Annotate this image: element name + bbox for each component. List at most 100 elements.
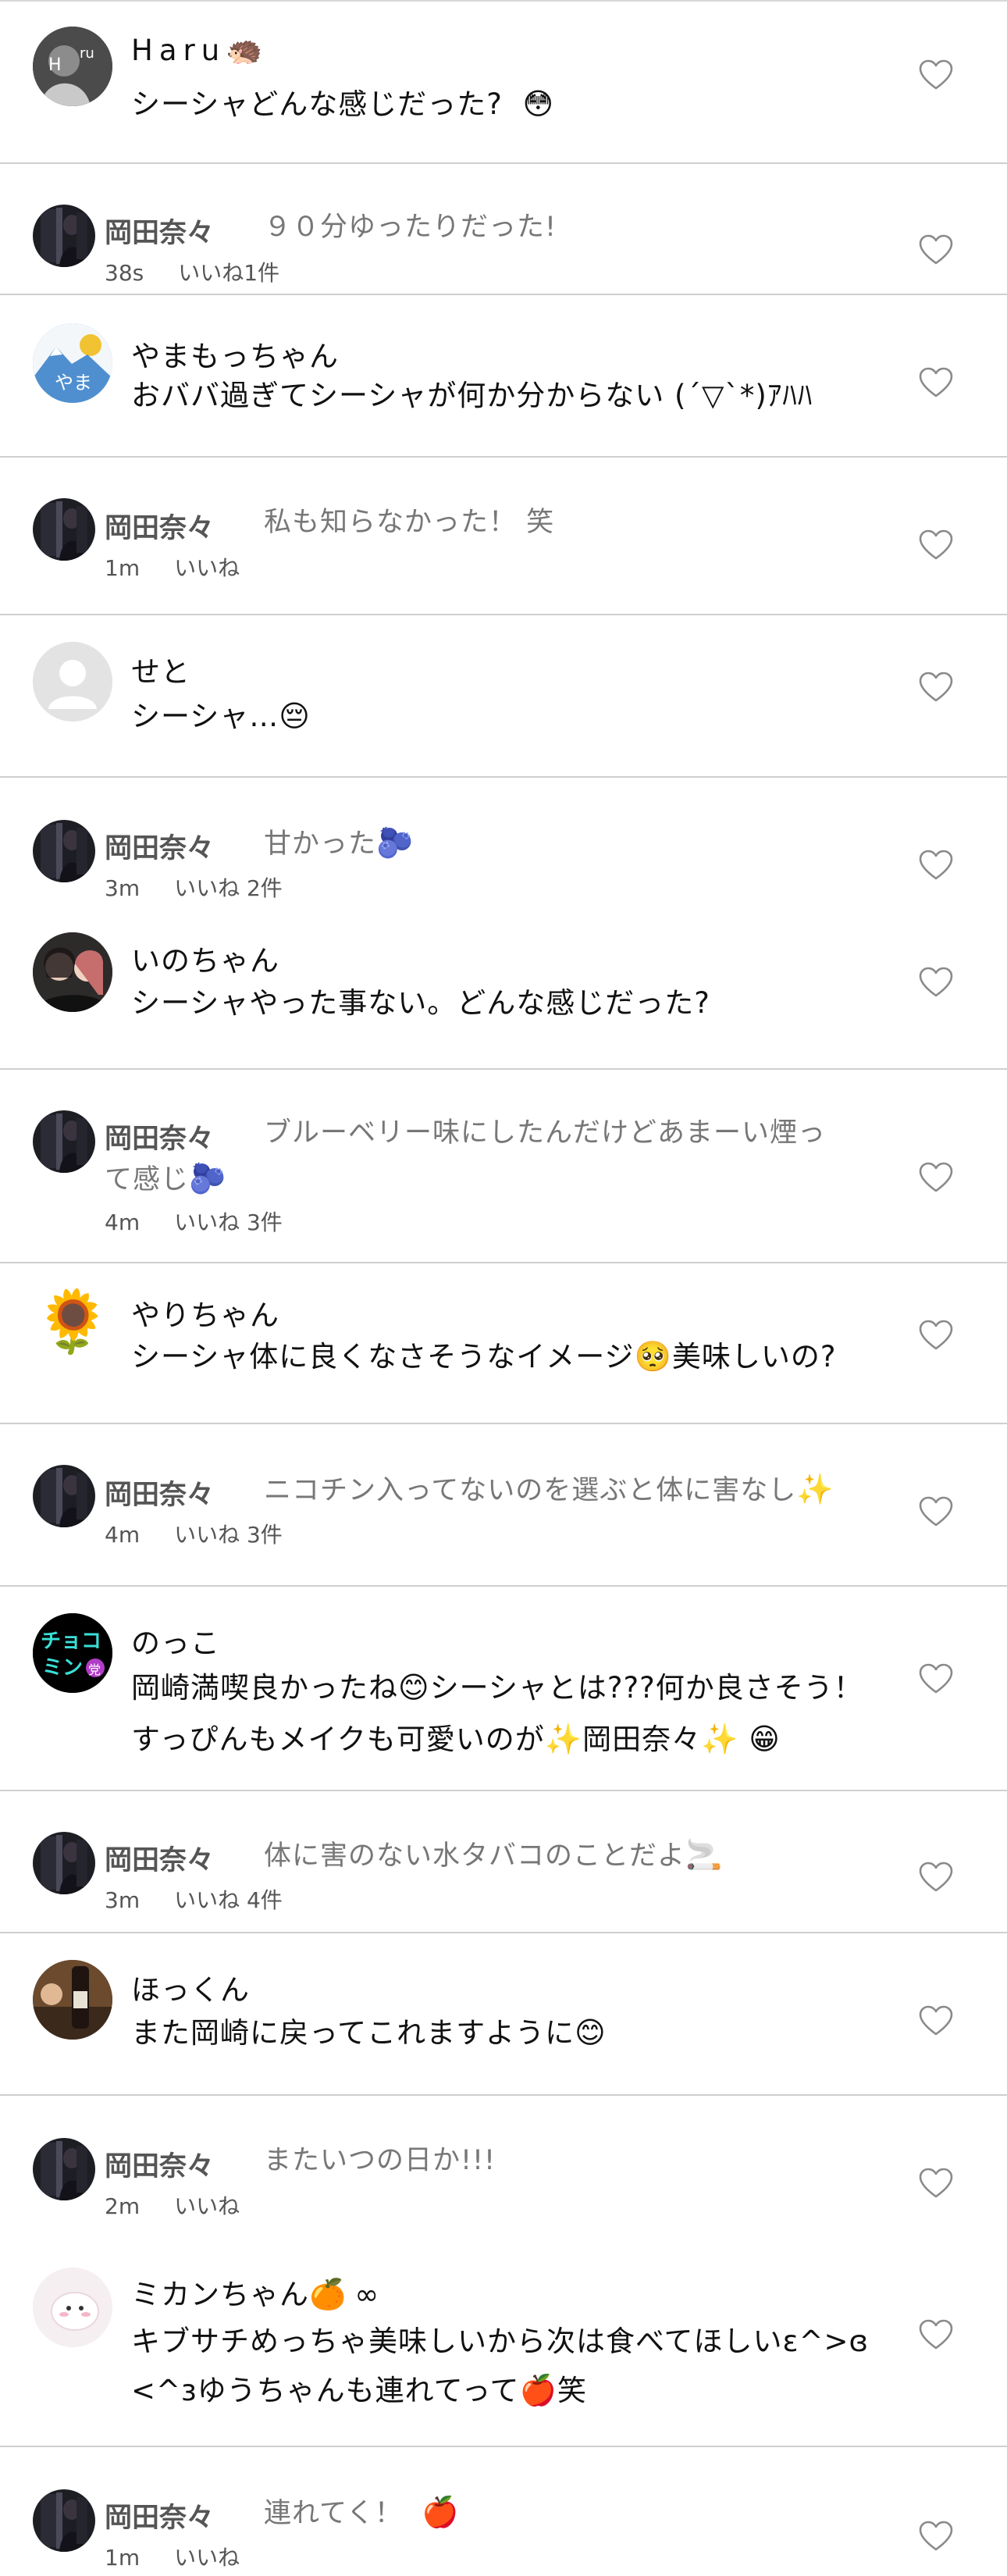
reply-item: 岡田奈々 ブルーベリー味にしたんだけどあまーい煙っ て感じ🫐 4m いいね 3件 — [0, 1070, 1007, 1262]
sparkles-icon: ✨ — [701, 1722, 739, 1756]
reply-text: ９０分ゆったりだった! — [264, 212, 557, 243]
reply-author: 岡田奈々 — [105, 1845, 215, 1876]
avatar[interactable]: やま — [33, 323, 112, 403]
like-button[interactable] — [919, 967, 953, 998]
comment-text: <^зゆうちゃんも連れてって — [131, 2374, 520, 2407]
like-button[interactable] — [919, 1320, 953, 1351]
avatar[interactable] — [33, 2489, 95, 2552]
avatar[interactable]: Hru — [33, 27, 112, 106]
reply-item: 岡田奈々 ９０分ゆったりだった! 38s いいね1件 — [0, 164, 1007, 294]
reply-text: またいつの日か!!! — [264, 2145, 496, 2176]
comment-text-tail: 美味しいの? — [671, 1340, 837, 1374]
pleading-face-icon: 🥺 — [634, 1339, 672, 1374]
like-button[interactable] — [919, 1162, 953, 1193]
comment-text: 岡田奈々 — [582, 1723, 702, 1756]
blueberries-icon: 🫐 — [189, 1161, 227, 1195]
grinning-face-icon: 😁 — [749, 1722, 781, 1756]
comment-item: 🌻 やりちゃん シーシャ体に良くなさそうなイメージ🥺美味しいの? — [0, 1263, 1007, 1423]
like-button[interactable] — [919, 234, 953, 265]
like-button[interactable] — [919, 2319, 953, 2350]
comment-author: Haru — [131, 34, 226, 67]
reply-text: 連れてく！ — [264, 2498, 403, 2529]
apple-icon: 🍎 — [422, 2495, 460, 2529]
likes-count[interactable]: いいね — [174, 2193, 240, 2219]
timestamp: 1m — [105, 2545, 141, 2571]
comment-text: シーシャ… — [131, 700, 279, 733]
avatar[interactable] — [33, 820, 95, 882]
avatar[interactable] — [33, 1832, 95, 1894]
avatar-text: ミン — [42, 1656, 83, 1680]
cigarette-icon: 🚬 — [685, 1837, 724, 1872]
comment-text: 岡崎満喫良かったね — [131, 1671, 398, 1705]
avatar[interactable] — [33, 1960, 112, 2040]
reply-text: 体に害のない水タバコのことだよ — [264, 1840, 686, 1872]
like-button[interactable] — [919, 1663, 953, 1694]
like-button[interactable] — [919, 2005, 953, 2036]
comment-text: また岡崎に戻ってこれますように — [131, 2016, 575, 2050]
avatar-text: チョコ — [41, 1630, 101, 1653]
likes-count[interactable]: いいね — [174, 555, 240, 581]
reply-author: 岡田奈々 — [105, 833, 215, 864]
tangerine-icon: 🍊 — [309, 2277, 347, 2311]
reply-text-line1: ブルーベリー味にしたんだけどあまーい煙っ — [264, 1117, 827, 1149]
timestamp: 2m — [105, 2193, 141, 2219]
avatar[interactable] — [33, 932, 112, 1012]
like-button[interactable] — [919, 672, 953, 703]
likes-count[interactable]: いいね1件 — [178, 260, 279, 286]
like-button[interactable] — [919, 1496, 953, 1527]
avatar[interactable] — [33, 205, 95, 267]
like-button[interactable] — [919, 367, 953, 398]
comment-item: せと シーシャ…😔 — [0, 615, 1007, 776]
avatar[interactable] — [33, 1110, 95, 1173]
reply-item: 岡田奈々 またいつの日か!!! 2m いいね — [0, 2096, 1007, 2241]
smiling-face-icon: 😊 — [575, 2015, 607, 2050]
likes-count[interactable]: いいね 3件 — [174, 1522, 283, 1548]
pensive-face-icon: 😔 — [279, 699, 311, 733]
timestamp: 4m — [105, 1522, 141, 1548]
reply-author: 岡田奈々 — [105, 1124, 215, 1155]
avatar[interactable] — [33, 2268, 112, 2347]
reply-text-line2: て感じ — [105, 1164, 190, 1195]
reply-item: 岡田奈々 連れてく！ 🍎 1m いいね — [0, 2447, 1007, 2576]
comment-item: やま やまもっちゃん おババ過ぎてシーシャが何か分からない (´▽`*)ｱﾊﾊ — [0, 295, 1007, 456]
comment-author: ほっくん — [131, 1973, 250, 2007]
default-avatar-icon[interactable] — [33, 642, 112, 721]
comment-item: ミカンちゃん🍊 ∞ キブサチめっちゃ美味しいから次は食べてほしいɛ^>ɞ <^зゆ… — [0, 2241, 1007, 2446]
comment-author: いのちゃん — [131, 944, 279, 978]
likes-count[interactable]: いいね 3件 — [174, 1210, 283, 1235]
comment-text: おババ過ぎてシーシャが何か分からない (´▽`*)ｱﾊﾊ — [131, 379, 813, 412]
reply-item: 岡田奈々 体に害のない水タバコのことだよ🚬 3m いいね 4件 — [0, 1791, 1007, 1932]
comment-text: シーシャとは???何か良さそう！ — [429, 1671, 863, 1705]
comment-text: シーシャ体に良くなさそうなイメージ — [131, 1340, 635, 1374]
smiling-face-icon: 😊 — [398, 1670, 430, 1705]
comment-text: キブサチめっちゃ美味しいから次は食べてほしいɛ^>ɞ — [131, 2325, 870, 2358]
comment-text: 笑 — [557, 2374, 587, 2407]
sparkles-icon: ✨ — [544, 1722, 583, 1756]
likes-count[interactable]: いいね 2件 — [174, 875, 283, 901]
reply-text: ニコチン入ってないのを選ぶと体に害なし — [264, 1475, 797, 1506]
avatar-badge: 党 — [88, 1662, 101, 1677]
blueberries-icon: 🫐 — [376, 825, 415, 860]
avatar[interactable] — [33, 498, 95, 561]
avatar[interactable]: 🌻 — [33, 1282, 112, 1362]
likes-count[interactable]: いいね 4件 — [174, 1887, 283, 1913]
timestamp: 4m — [105, 1210, 141, 1235]
avatar-text: やま — [55, 372, 92, 394]
like-button[interactable] — [919, 2521, 953, 2552]
avatar[interactable]: チョコミン党 — [33, 1613, 112, 1693]
reply-item: 岡田奈々 ニコチン入ってないのを選ぶと体に害なし✨ 4m いいね 3件 — [0, 1424, 1007, 1585]
reply-author: 岡田奈々 — [105, 513, 215, 544]
like-button[interactable] — [919, 59, 953, 91]
likes-count[interactable]: いいね — [174, 2545, 240, 2571]
like-button[interactable] — [919, 1862, 953, 1893]
comment-text: シーシャどんな感じだった? — [131, 87, 503, 121]
avatar[interactable] — [33, 1465, 95, 1527]
comment-author: やりちゃん — [131, 1299, 279, 1332]
like-button[interactable] — [919, 2168, 953, 2199]
like-button[interactable] — [919, 850, 953, 881]
sparkles-icon: ✨ — [796, 1472, 834, 1506]
avatar[interactable] — [33, 2138, 95, 2200]
like-button[interactable] — [919, 529, 953, 561]
reply-item: 岡田奈々 甘かった🫐 3m いいね 2件 — [0, 778, 1007, 918]
comment-item: チョコ ミン党 のっこ 岡崎満喫良かったね😊シーシャとは???何か良さそう！ すっ… — [0, 1587, 1007, 1790]
